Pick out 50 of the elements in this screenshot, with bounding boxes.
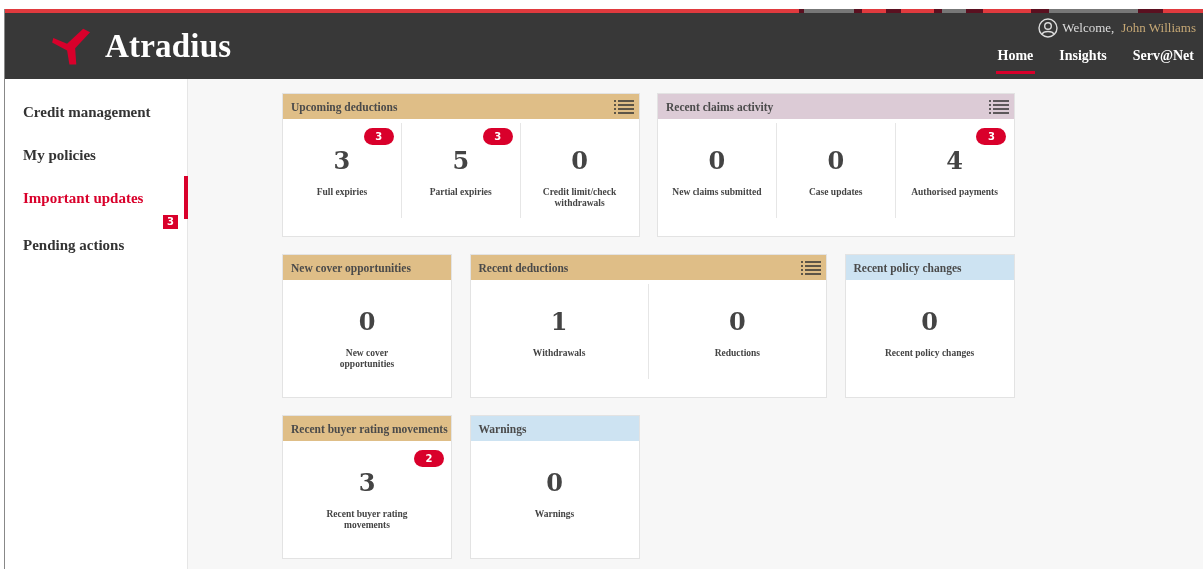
- stat-label: Withdrawals: [532, 348, 586, 359]
- stat-label: Recent buyer rating movements: [325, 509, 409, 531]
- stat-value: 0: [729, 308, 746, 336]
- count-badge: 3: [163, 215, 178, 229]
- stat-value: 0: [358, 308, 376, 336]
- stat-label: New cover opportunities: [338, 348, 396, 370]
- user-name: John Williams: [1121, 20, 1196, 36]
- stat-label: Full expiries: [316, 187, 368, 198]
- stat-value: 5: [452, 147, 470, 175]
- stat-label: Recent policy changes: [884, 348, 975, 359]
- card-title: Recent policy changes: [853, 261, 962, 274]
- count-badge: 2: [414, 450, 444, 467]
- stat-label: New claims submitted: [672, 187, 762, 198]
- nav-tab[interactable]: Serv@Net: [1130, 44, 1196, 74]
- sidebar-item[interactable]: Credit management: [5, 104, 151, 121]
- stat-label: Warnings: [534, 509, 575, 520]
- menu-icon[interactable]: [613, 99, 634, 114]
- user-icon[interactable]: [1038, 18, 1059, 38]
- sidebar-item[interactable]: My policies: [5, 147, 96, 164]
- count-badge: 3: [363, 128, 394, 145]
- card-title: Warnings: [478, 422, 527, 435]
- card-title: Recent deductions: [478, 261, 569, 274]
- stat-value: 1: [550, 308, 568, 336]
- stat-value: 3: [333, 147, 351, 175]
- nav-tab[interactable]: Insights: [1057, 44, 1109, 74]
- stat-value: 0: [708, 147, 726, 175]
- stat-value: 0: [827, 147, 845, 175]
- card-title: Recent buyer rating movements: [291, 422, 448, 435]
- stat-value: 0: [571, 147, 588, 175]
- sidebar-item[interactable]: Important updates: [5, 190, 144, 207]
- stat-value: 0: [546, 469, 563, 497]
- logo-text: Atradius: [105, 27, 232, 65]
- stat-value: 4: [946, 147, 963, 175]
- stat-value: 3: [358, 469, 376, 497]
- card-title: New cover opportunities: [291, 261, 411, 274]
- menu-icon[interactable]: [988, 99, 1009, 114]
- stat-label: Partial expiries: [429, 187, 492, 198]
- stat-label: Reductions: [714, 348, 761, 359]
- stat-value: 0: [921, 308, 938, 336]
- nav-tab[interactable]: Home: [995, 44, 1036, 74]
- sidebar-item[interactable]: Pending actions: [5, 237, 125, 254]
- stat-label: Authorised payments: [911, 187, 998, 198]
- card-title: Recent claims activity: [666, 100, 774, 113]
- menu-icon[interactable]: [801, 260, 821, 275]
- count-badge: 3: [482, 128, 513, 145]
- welcome-text: Welcome,: [1062, 20, 1115, 36]
- stat-label: Credit limit/check withdrawals: [541, 187, 618, 209]
- card-title: Upcoming deductions: [291, 100, 398, 113]
- stat-label: Case updates: [808, 187, 863, 198]
- count-badge: 3: [976, 128, 1007, 145]
